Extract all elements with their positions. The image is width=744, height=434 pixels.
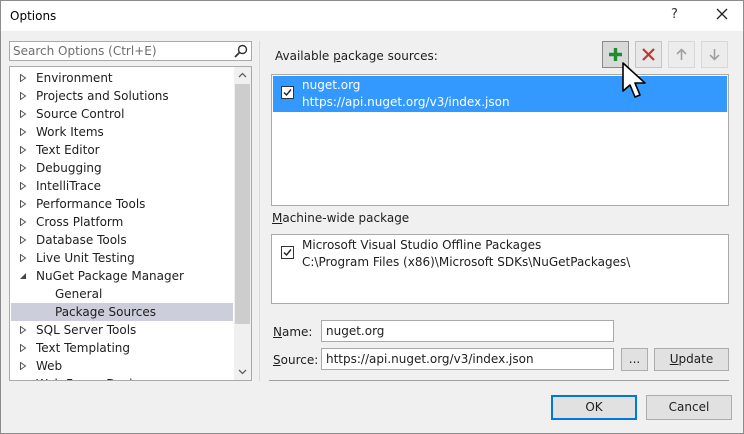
name-field[interactable] [321, 320, 614, 342]
collapsed-triangle-icon[interactable] [19, 326, 27, 334]
tree-item-label: Text Templating [36, 341, 131, 355]
tree-item[interactable]: Live Unit Testing [11, 249, 233, 267]
collapsed-triangle-icon[interactable] [19, 344, 27, 352]
mouse-cursor-icon [622, 62, 646, 98]
title-bar: Options ? [1, 1, 743, 31]
footer-divider [269, 380, 729, 381]
machine-wide-heading: Machine-wide package [272, 211, 410, 225]
machine-wide-list[interactable]: Microsoft Visual Studio Offline Packages… [271, 234, 729, 304]
tree-scrollbar[interactable] [234, 67, 251, 380]
close-icon[interactable] [713, 5, 731, 23]
tree-item[interactable]: Web Forms Designer [11, 375, 233, 381]
source-item-nuget[interactable]: nuget.org https://api.nuget.org/v3/index… [273, 76, 727, 112]
collapsed-triangle-icon[interactable] [19, 110, 27, 118]
tree-item[interactable]: Cross Platform [11, 213, 233, 231]
tree-item-label: Cross Platform [36, 215, 124, 229]
name-label: Name: [273, 325, 313, 339]
tree-item-label: General [55, 287, 103, 301]
collapsed-triangle-icon[interactable] [19, 254, 27, 262]
tree-item-label: SQL Server Tools [36, 323, 137, 337]
scroll-up-icon[interactable] [234, 67, 251, 84]
browse-button[interactable]: ... [621, 348, 648, 371]
move-down-button[interactable] [701, 41, 728, 68]
collapsed-triangle-icon[interactable] [19, 92, 27, 100]
source-url: https://api.nuget.org/v3/index.json [302, 95, 510, 109]
ok-button[interactable]: OK [551, 395, 637, 420]
package-sources-heading: Available package sources: [275, 49, 438, 63]
tree-item-label: Debugging [36, 161, 102, 175]
source-field[interactable] [321, 348, 614, 370]
arrow-up-icon [676, 48, 687, 60]
tree-item[interactable]: Debugging [11, 159, 233, 177]
tree-item[interactable]: NuGet Package Manager [11, 267, 233, 285]
source-name: nuget.org [302, 78, 361, 92]
tree-item-label: Text Editor [36, 143, 100, 157]
collapsed-triangle-icon[interactable] [19, 218, 27, 226]
checkmark-icon [283, 89, 292, 97]
options-tree[interactable]: Environment Projects and Solutions Source … [9, 66, 252, 381]
name-input[interactable] [326, 323, 609, 339]
tree-item-label: NuGet Package Manager [36, 269, 184, 283]
collapsed-triangle-icon[interactable] [19, 164, 27, 172]
collapsed-triangle-icon[interactable] [19, 362, 27, 370]
tree-item-label: Database Tools [36, 233, 127, 247]
tree-item[interactable]: Performance Tools [11, 195, 233, 213]
cancel-button[interactable]: Cancel [646, 395, 732, 420]
tree-item[interactable]: Projects and Solutions [11, 87, 233, 105]
tree-item[interactable]: Text Editor [11, 141, 233, 159]
machine-source-checkbox[interactable] [281, 246, 294, 259]
move-up-button[interactable] [668, 41, 695, 68]
tree-item[interactable]: IntelliTrace [11, 177, 233, 195]
plus-icon [609, 48, 622, 61]
source-enabled-checkbox[interactable] [281, 86, 294, 99]
dialog-title: Options [10, 9, 57, 23]
machine-source-item[interactable]: Microsoft Visual Studio Offline Packages… [273, 236, 727, 272]
source-input[interactable] [326, 351, 609, 367]
tree-item-label: Projects and Solutions [36, 89, 169, 103]
tree-item-label: Web Forms Designer [36, 375, 160, 380]
expanded-triangle-icon[interactable] [19, 272, 27, 280]
collapsed-triangle-icon[interactable] [19, 182, 27, 190]
search-box[interactable] [9, 41, 252, 61]
arrow-down-icon [709, 49, 720, 61]
tree-item[interactable]: Database Tools [11, 231, 233, 249]
pane-divider [259, 41, 260, 381]
tree-item[interactable]: Source Control [11, 105, 233, 123]
tree-item[interactable]: Work Items [11, 123, 233, 141]
tree-item-label: Source Control [36, 107, 125, 121]
tree-item-label: IntelliTrace [36, 179, 102, 193]
collapsed-triangle-icon[interactable] [19, 200, 27, 208]
collapsed-triangle-icon[interactable] [19, 146, 27, 154]
tree-item-label: Package Sources [55, 305, 157, 319]
options-dialog: Options ? Environment Projects and Soluti… [0, 0, 744, 434]
tree-item[interactable]: Web [11, 357, 233, 375]
update-button[interactable]: Update [654, 348, 729, 371]
machine-source-name: Microsoft Visual Studio Offline Packages [302, 238, 542, 252]
collapsed-triangle-icon[interactable] [19, 380, 27, 381]
search-icon[interactable] [234, 44, 248, 58]
x-icon [642, 48, 655, 61]
tree-item-label: Performance Tools [36, 197, 146, 211]
tree-item[interactable]: General [11, 285, 233, 303]
collapsed-triangle-icon[interactable] [19, 74, 27, 82]
scroll-thumb[interactable] [235, 84, 250, 324]
tree-item[interactable]: Package Sources [11, 303, 233, 321]
tree-item-label: Live Unit Testing [36, 251, 135, 265]
tree-item[interactable]: Environment [11, 69, 233, 87]
collapsed-triangle-icon[interactable] [19, 128, 27, 136]
checkmark-icon [283, 249, 292, 257]
tree-item-label: Web [36, 359, 63, 373]
tree-item[interactable]: Text Templating [11, 339, 233, 357]
tree-item-label: Environment [36, 71, 113, 85]
collapsed-triangle-icon[interactable] [19, 236, 27, 244]
search-input[interactable] [13, 43, 228, 59]
machine-source-path: C:\Program Files (x86)\Microsoft SDKs\Nu… [302, 255, 631, 269]
package-sources-list[interactable]: nuget.org https://api.nuget.org/v3/index… [271, 74, 729, 206]
tree-item-label: Work Items [36, 125, 104, 139]
help-button[interactable]: ? [671, 7, 678, 22]
scroll-down-icon[interactable] [234, 363, 251, 380]
tree-item[interactable]: SQL Server Tools [11, 321, 233, 339]
source-label: Source: [273, 353, 319, 367]
